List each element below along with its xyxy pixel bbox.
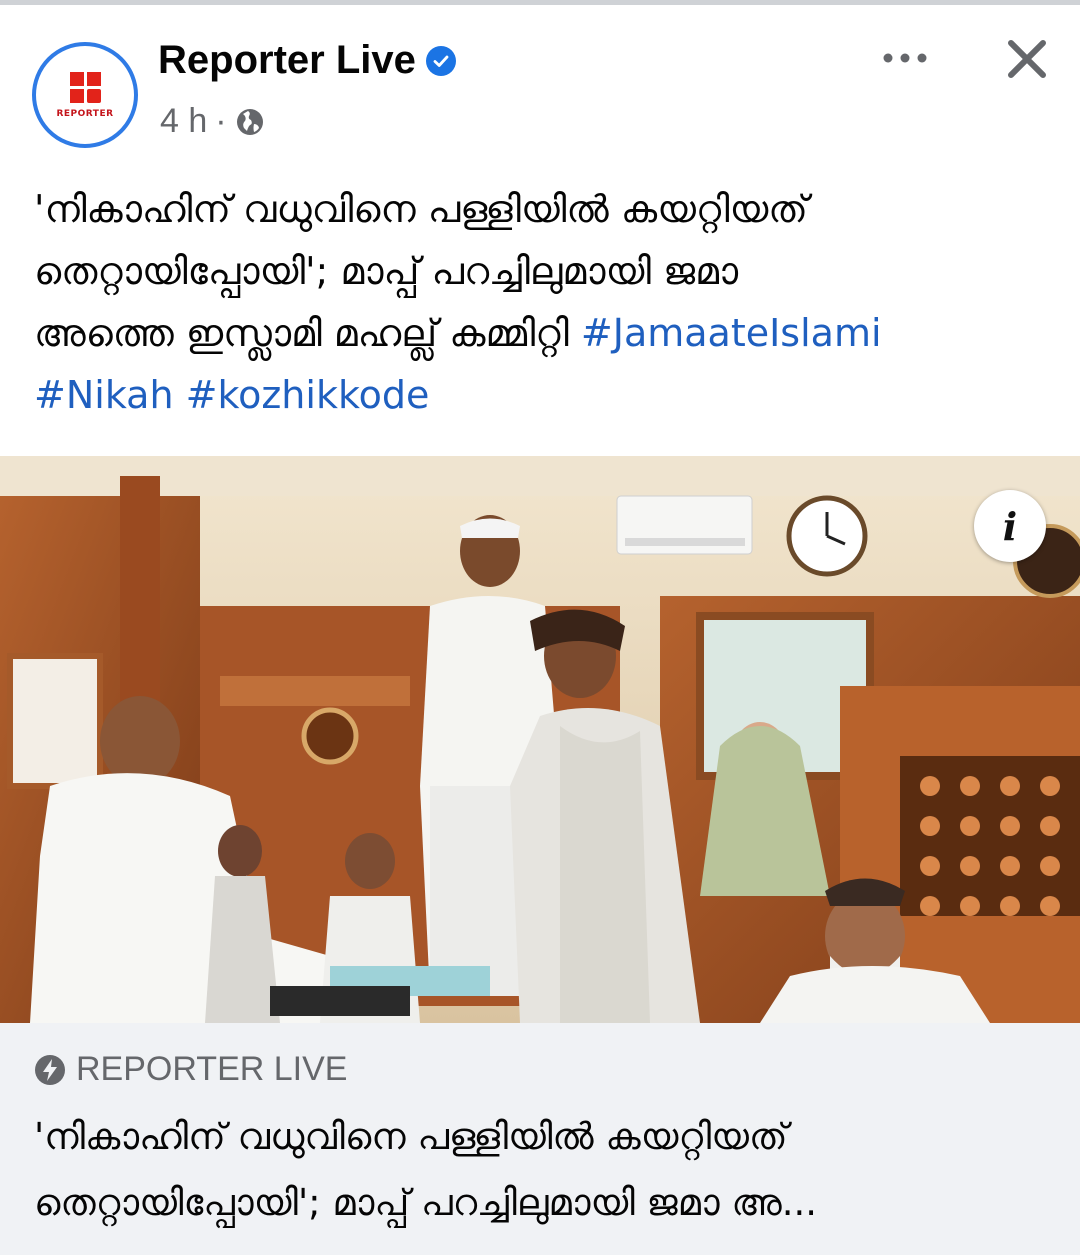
reporter-logo-icon	[69, 71, 101, 103]
post-photo[interactable]	[0, 456, 1080, 1023]
info-button[interactable]: i	[974, 490, 1046, 562]
page-avatar[interactable]: REPORTER	[32, 42, 138, 148]
caption-line: 'നികാഹിന് വധുവിനെ പള്ളിയിൽ കയറ്റിയത്	[34, 187, 808, 231]
caption-line-3: അത്തെ ഇസ്ലാമി മഹല്ല് കമ്മിറ്റി #JamaateI…	[34, 311, 882, 355]
page-name: Reporter Live	[158, 38, 416, 82]
link-source-name: REPORTER LIVE	[76, 1050, 348, 1088]
link-source: REPORTER LIVE	[34, 1050, 347, 1089]
post-meta: 4 h ·	[160, 102, 265, 141]
page-name-link[interactable]: Reporter Live	[158, 38, 456, 83]
close-icon[interactable]	[1006, 38, 1048, 80]
hashtag-nikah[interactable]: #Nikah	[34, 373, 174, 417]
verified-badge-icon	[425, 45, 456, 76]
photo-scene	[0, 456, 1080, 1023]
logo-text: REPORTER	[56, 108, 114, 119]
link-title-line: തെറ്റായിപ്പോയി'; മാപ്പ് പറച്ചിലുമായി ജമാ…	[34, 1181, 817, 1224]
more-options-icon[interactable]	[880, 48, 930, 68]
hashtag-kozhikkode[interactable]: #kozhikkode	[186, 373, 430, 417]
top-divider	[0, 0, 1080, 5]
hashtag-jamaateislami[interactable]: #JamaateIslami	[581, 311, 882, 355]
post-time[interactable]: 4 h	[160, 102, 207, 141]
meta-separator: ·	[215, 102, 227, 140]
caption-line: തെറ്റായിപ്പോയി'; മാപ്പ് പറച്ചിലുമായി ജമാ	[34, 249, 739, 293]
caption-line-4: #Nikah #kozhikkode	[34, 364, 1050, 426]
link-title[interactable]: 'നികാഹിന് വധുവിനെ പള്ളിയിൽ കയറ്റിയത് തെറ…	[34, 1104, 1054, 1236]
lightning-bolt-icon	[35, 1054, 65, 1085]
link-title-line: 'നികാഹിന് വധുവിനെ പള്ളിയിൽ കയറ്റിയത്	[34, 1115, 788, 1158]
globe-icon	[236, 108, 263, 135]
post-caption: 'നികാഹിന് വധുവിനെ പള്ളിയിൽ കയറ്റിയത് തെറ…	[34, 178, 1050, 426]
